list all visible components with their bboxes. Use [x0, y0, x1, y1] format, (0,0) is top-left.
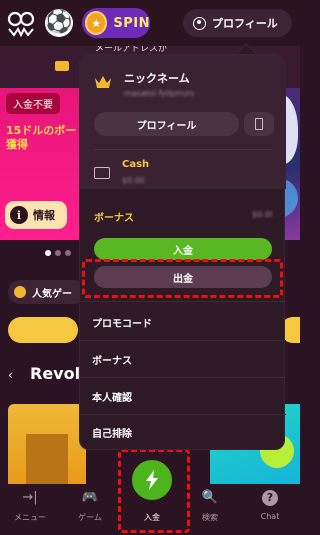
site-logo-icon[interactable]: [6, 9, 36, 37]
spin-button[interactable]: ★ SPIN: [82, 8, 150, 38]
no-deposit-badge: 入金不要: [6, 93, 60, 114]
nav-chat[interactable]: ? Chat: [240, 484, 300, 535]
menu-item-verification[interactable]: 本人確認: [80, 378, 286, 414]
nav-menu[interactable]: →| メニュー: [0, 484, 60, 535]
profile-button[interactable]: プロフィール: [183, 9, 292, 37]
help-icon: ?: [262, 490, 278, 506]
category-button[interactable]: [8, 317, 78, 343]
popular-icon: [14, 286, 26, 298]
chevron-left-icon[interactable]: ‹: [8, 368, 13, 382]
nav-search-label: 検索: [202, 513, 218, 522]
coin-icon: ★: [85, 11, 108, 35]
dropdown-profile-button[interactable]: プロフィール: [94, 112, 239, 136]
spin-button-label: SPIN: [113, 15, 150, 31]
gamepad-icon: 🎮: [81, 490, 99, 505]
nav-menu-label: メニュー: [14, 513, 46, 522]
crown-icon: [95, 76, 111, 88]
divider: [80, 301, 286, 302]
nav-chat-label: Chat: [260, 512, 280, 521]
copy-icon: [255, 118, 263, 130]
wallet-icon: [94, 167, 110, 179]
cash-value: $0.00: [122, 176, 144, 185]
info-icon: i: [10, 206, 28, 224]
account-dropdown: ニックネーム masatol fyllprrurs プロフィール Cash $0…: [79, 54, 286, 450]
highlight-annotation: [82, 259, 283, 298]
nickname-value: masatol fyllprrurs: [124, 89, 195, 97]
bonus-value: $0.00: [252, 210, 272, 219]
search-icon: 🔍: [201, 490, 219, 505]
account-dropdown-header: ニックネーム masatol fyllprrurs プロフィール Cash $0…: [80, 55, 286, 189]
menu-item-bonus[interactable]: ボーナス: [80, 341, 286, 377]
info-button[interactable]: i 情報: [5, 201, 67, 229]
popular-games-label: 人気ゲー: [32, 288, 72, 300]
carousel-dot[interactable]: [45, 250, 51, 256]
envelope-icon: [55, 61, 69, 71]
divider: [94, 149, 272, 150]
user-icon: [193, 16, 206, 30]
deposit-button[interactable]: 入金: [94, 238, 272, 260]
email-notice-text: メールアドレスが: [95, 46, 168, 54]
nav-games[interactable]: 🎮 ゲーム: [60, 484, 120, 535]
bonus-label: ボーナス: [94, 213, 134, 224]
menu-item-self-exclusion[interactable]: 自己排除: [80, 414, 286, 450]
castle-art: [26, 434, 68, 484]
popular-games-tab[interactable]: 人気ゲー: [8, 280, 86, 304]
menu-item-promo-code[interactable]: プロモコード: [80, 304, 286, 340]
profile-button-label: プロフィール: [212, 17, 278, 30]
carousel-dot[interactable]: [65, 250, 71, 256]
top-bar: ⚽ ★ SPIN プロフィール: [0, 0, 300, 46]
carousel-dot[interactable]: [55, 250, 61, 256]
carousel-dots[interactable]: [45, 247, 75, 259]
soccer-ball-icon[interactable]: ⚽: [45, 9, 73, 37]
copy-button[interactable]: [244, 112, 274, 136]
highlight-annotation: [118, 449, 190, 533]
info-button-label: 情報: [33, 209, 55, 222]
promo-text: 15ドルのボー 獲得: [6, 124, 77, 151]
nav-games-label: ゲーム: [78, 513, 102, 522]
nickname-label: ニックネーム: [124, 72, 190, 85]
cash-label: Cash: [122, 159, 150, 170]
game-tile[interactable]: [8, 404, 86, 484]
menu-arrow-icon: →|: [22, 490, 38, 505]
